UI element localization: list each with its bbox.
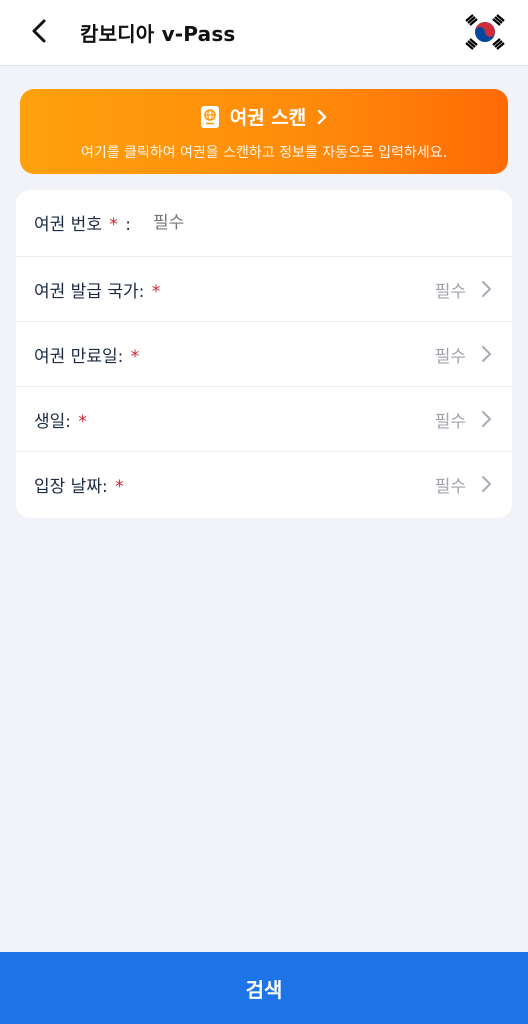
scan-description: 여기를 클릭하여 여권을 스캔하고 정보를 자동으로 입력하세요. (80, 145, 448, 161)
expiry-date-row[interactable]: 여권 만료일: * 필수 (16, 321, 512, 386)
required-mark: * (78, 411, 87, 432)
app-header: 캄보디아 v-Pass (0, 0, 528, 66)
chevron-left-icon (32, 19, 46, 43)
issuing-country-label: 여권 발급 국가: * (34, 281, 161, 302)
chevron-right-icon (318, 109, 327, 124)
passport-number-row: 여권 번호 * : (16, 190, 512, 255)
page-title: 캄보디아 v-Pass (80, 22, 236, 46)
chevron-right-icon (480, 280, 494, 298)
passport-form-card: 여권 번호 * : 여권 발급 국가: * 필수 여권 만료일: * 필수 생일… (16, 190, 512, 518)
passport-scan-banner[interactable]: 여권 스캔 여기를 클릭하여 여권을 스캔하고 정보를 자동으로 입력하세요. (20, 89, 508, 174)
expiry-date-value: 필수 (434, 346, 466, 367)
issuing-country-value: 필수 (434, 281, 466, 302)
required-mark: * (109, 215, 118, 235)
chevron-right-icon (480, 410, 494, 428)
passport-number-input[interactable] (153, 212, 454, 233)
birth-date-row[interactable]: 생일: * 필수 (16, 386, 512, 451)
issuing-country-row[interactable]: 여권 발급 국가: * 필수 (16, 256, 512, 321)
required-mark: * (151, 281, 161, 302)
passport-icon (200, 105, 219, 128)
search-button[interactable]: 검색 (0, 952, 528, 1024)
passport-number-label: 여권 번호 * : (34, 215, 132, 235)
entry-date-value: 필수 (434, 476, 466, 497)
required-mark: * (115, 476, 124, 497)
entry-date-label: 입장 날짜: * (34, 476, 124, 497)
entry-date-row[interactable]: 입장 날짜: * 필수 (16, 451, 512, 516)
expiry-date-label: 여권 만료일: * (34, 346, 140, 367)
required-mark: * (130, 346, 140, 367)
scan-title-row: 여권 스캔 (20, 103, 508, 130)
scan-title: 여권 스캔 (229, 107, 307, 129)
language-flag-button[interactable] (464, 12, 506, 52)
chevron-right-icon (480, 345, 494, 363)
back-button[interactable] (22, 14, 56, 48)
birth-date-value: 필수 (434, 411, 466, 432)
south-korea-flag-icon (465, 14, 505, 50)
birth-date-label: 생일: * (34, 411, 87, 432)
chevron-right-icon (480, 475, 494, 493)
